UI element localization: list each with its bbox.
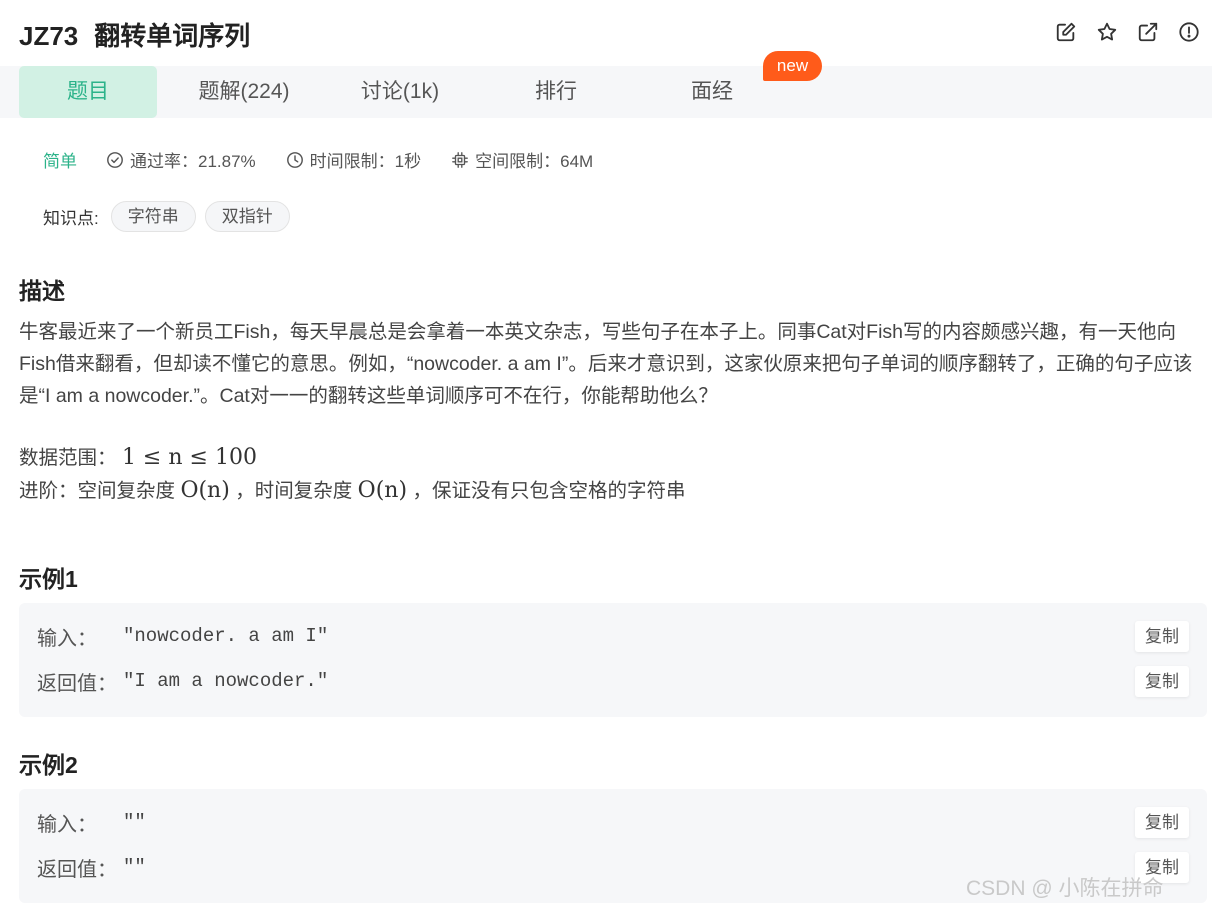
- pass-rate: 通过率：21.87%: [106, 147, 256, 172]
- range-formula: 1 ≤ n ≤ 100: [121, 445, 257, 470]
- edit-icon[interactable]: [1054, 20, 1077, 43]
- chip-icon: [452, 151, 469, 168]
- example-2-input: 输入： "": [37, 811, 146, 836]
- clock-icon: [286, 151, 303, 168]
- problem-header: JZ73 翻转单词序列: [0, 0, 1212, 66]
- example-1-input: 输入： "nowcoder. a am I": [37, 625, 329, 650]
- tab-problem[interactable]: 题目: [19, 66, 157, 118]
- tag-string[interactable]: 字符串: [110, 201, 196, 232]
- tab-ranking[interactable]: 排行: [487, 66, 625, 118]
- check-circle-icon: [107, 151, 123, 168]
- new-badge: new: [763, 51, 822, 81]
- time-limit: 时间限制：1秒: [286, 147, 421, 172]
- advanced-requirement: 进阶：空间复杂度 O(n) ，时间复杂度 O(n) ，保证没有只包含空格的字符串: [19, 478, 686, 503]
- knowledge-points: 知识点: 字符串 双指针: [43, 201, 290, 232]
- star-icon[interactable]: [1095, 20, 1118, 43]
- tab-discussion[interactable]: 讨论(1k): [331, 66, 469, 118]
- time-complexity: O(n): [357, 478, 408, 503]
- external-link-icon[interactable]: [1136, 20, 1159, 43]
- copy-input-button[interactable]: 复制: [1135, 621, 1189, 652]
- header-actions: [1054, 20, 1200, 43]
- copy-input-button[interactable]: 复制: [1135, 807, 1189, 838]
- example-1-output: 返回值： "I am a nowcoder.": [37, 670, 329, 695]
- tab-interview[interactable]: 面经: [643, 66, 781, 118]
- info-icon[interactable]: [1177, 20, 1200, 43]
- example-1-box: 输入： "nowcoder. a am I" 复制 返回值： "I am a n…: [19, 603, 1207, 717]
- problem-meta: 简单 通过率：21.87% 时间限制：1秒 空间限制：64M: [43, 147, 623, 172]
- tab-bar: 题目 题解(224) 讨论(1k) 排行 面经: [0, 66, 1212, 118]
- watermark: CSDN @ 小陈在拼命: [966, 877, 1164, 900]
- data-range: 数据范围： 1 ≤ n ≤ 100: [19, 445, 257, 470]
- page-title: JZ73 翻转单词序列: [19, 16, 250, 53]
- example-2-output: 返回值： "": [37, 856, 146, 881]
- example-1-heading: 示例1: [19, 566, 78, 592]
- description-heading: 描述: [19, 278, 65, 304]
- description-body: 牛客最近来了一个新员工Fish，每天早晨总是会拿着一本英文杂志，写些句子在本子上…: [19, 321, 1193, 407]
- knowledge-label: 知识点:: [43, 209, 99, 228]
- space-complexity: O(n): [180, 478, 230, 503]
- example-2-heading: 示例2: [19, 752, 78, 778]
- question-title: 翻转单词序列: [94, 21, 251, 51]
- space-limit: 空间限制：64M: [451, 147, 593, 172]
- tag-two-pointers[interactable]: 双指针: [204, 201, 290, 232]
- tab-solutions[interactable]: 题解(224): [175, 66, 313, 118]
- difficulty-label: 简单: [43, 152, 77, 171]
- question-id: JZ73: [19, 21, 79, 51]
- copy-output-button[interactable]: 复制: [1135, 666, 1189, 697]
